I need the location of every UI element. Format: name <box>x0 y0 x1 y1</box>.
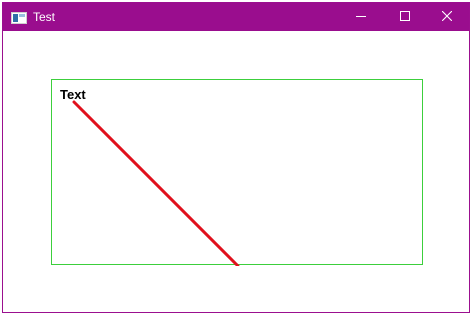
close-button[interactable] <box>425 3 469 31</box>
red-diagonal-line <box>72 100 240 266</box>
close-icon <box>441 8 453 26</box>
drawing-canvas[interactable]: Text <box>51 79 423 266</box>
maximize-button[interactable] <box>383 3 427 31</box>
app-window: Test Text <box>2 2 470 313</box>
title-bar[interactable]: Test <box>3 3 469 31</box>
canvas-text-label: Text <box>60 87 86 102</box>
window-title: Test <box>33 10 56 24</box>
minimize-button[interactable] <box>339 3 383 31</box>
canvas-drawing <box>72 100 240 266</box>
app-icon <box>11 11 27 24</box>
minimize-icon <box>356 8 366 26</box>
maximize-icon <box>400 8 410 26</box>
client-area: Text <box>3 31 469 312</box>
